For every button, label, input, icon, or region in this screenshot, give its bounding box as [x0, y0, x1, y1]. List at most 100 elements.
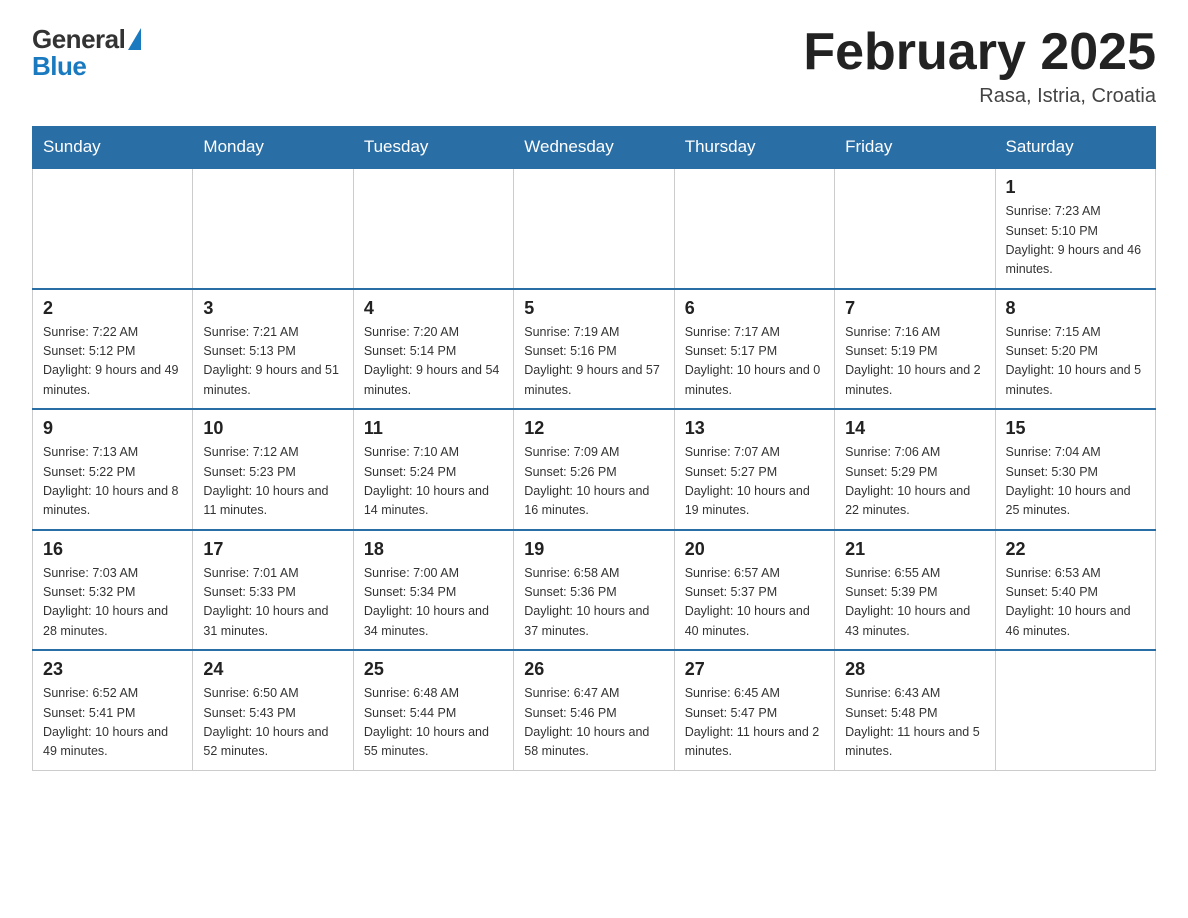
day-info: Sunrise: 6:50 AM Sunset: 5:43 PM Dayligh… — [203, 684, 342, 762]
week-row: 2Sunrise: 7:22 AM Sunset: 5:12 PM Daylig… — [33, 289, 1156, 410]
calendar-cell — [835, 168, 995, 289]
day-number: 20 — [685, 539, 824, 560]
calendar-cell: 11 Sunrise: 7:10 AM Sunset: 5:24 PM Dayli… — [353, 409, 513, 530]
day-info: Sunrise: 7:21 AM Sunset: 5:13 PM Dayligh… — [203, 323, 342, 401]
calendar-cell — [514, 168, 674, 289]
calendar-cell — [33, 168, 193, 289]
logo: General Blue — [32, 24, 141, 82]
day-number: 6 — [685, 298, 824, 319]
logo-triangle-icon — [128, 28, 141, 50]
day-number: 15 — [1006, 418, 1145, 439]
day-number: 4 — [364, 298, 503, 319]
day-info: Sunrise: 6:45 AM Sunset: 5:47 PM Dayligh… — [685, 684, 824, 762]
day-info: Sunrise: 7:13 AM Sunset: 5:22 PM Dayligh… — [43, 443, 182, 521]
calendar-cell: 5Sunrise: 7:19 AM Sunset: 5:16 PM Daylig… — [514, 289, 674, 410]
page-header: General Blue February 2025 Rasa, Istria,… — [32, 24, 1156, 108]
day-number: 10 — [203, 418, 342, 439]
calendar-cell: 20 Sunrise: 6:57 AM Sunset: 5:37 PM Dayli… — [674, 530, 834, 651]
day-info: Sunrise: 7:10 AM Sunset: 5:24 PM Dayligh… — [364, 443, 503, 521]
calendar-cell: 14 Sunrise: 7:06 AM Sunset: 5:29 PM Dayli… — [835, 409, 995, 530]
month-year-title: February 2025 — [803, 24, 1156, 81]
day-number: 3 — [203, 298, 342, 319]
day-number: 8 — [1006, 298, 1145, 319]
day-info: Sunrise: 7:01 AM Sunset: 5:33 PM Dayligh… — [203, 564, 342, 642]
calendar-cell: 18Sunrise: 7:00 AM Sunset: 5:34 PM Dayli… — [353, 530, 513, 651]
calendar-cell — [353, 168, 513, 289]
day-info: Sunrise: 7:03 AM Sunset: 5:32 PM Dayligh… — [43, 564, 182, 642]
day-number: 21 — [845, 539, 984, 560]
calendar-cell: 8 Sunrise: 7:15 AM Sunset: 5:20 PM Daylig… — [995, 289, 1155, 410]
day-info: Sunrise: 6:52 AM Sunset: 5:41 PM Dayligh… — [43, 684, 182, 762]
calendar-cell: 13 Sunrise: 7:07 AM Sunset: 5:27 PM Dayli… — [674, 409, 834, 530]
day-info: Sunrise: 7:15 AM Sunset: 5:20 PM Dayligh… — [1006, 323, 1145, 401]
day-number: 1 — [1006, 177, 1145, 198]
calendar-cell: 6 Sunrise: 7:17 AM Sunset: 5:17 PM Daylig… — [674, 289, 834, 410]
day-number: 7 — [845, 298, 984, 319]
day-number: 24 — [203, 659, 342, 680]
calendar-cell: 9 Sunrise: 7:13 AM Sunset: 5:22 PM Daylig… — [33, 409, 193, 530]
day-info: Sunrise: 6:47 AM Sunset: 5:46 PM Dayligh… — [524, 684, 663, 762]
day-info: Sunrise: 6:53 AM Sunset: 5:40 PM Dayligh… — [1006, 564, 1145, 642]
day-number: 22 — [1006, 539, 1145, 560]
day-number: 26 — [524, 659, 663, 680]
day-info: Sunrise: 6:57 AM Sunset: 5:37 PM Dayligh… — [685, 564, 824, 642]
weekday-header: Tuesday — [353, 127, 513, 169]
day-number: 9 — [43, 418, 182, 439]
calendar-cell: 27 Sunrise: 6:45 AM Sunset: 5:47 PM Dayli… — [674, 650, 834, 770]
calendar-cell — [995, 650, 1155, 770]
day-info: Sunrise: 7:23 AM Sunset: 5:10 PM Dayligh… — [1006, 202, 1145, 280]
day-number: 28 — [845, 659, 984, 680]
day-number: 17 — [203, 539, 342, 560]
calendar-cell: 28 Sunrise: 6:43 AM Sunset: 5:48 PM Dayli… — [835, 650, 995, 770]
calendar-cell: 3 Sunrise: 7:21 AM Sunset: 5:13 PM Daylig… — [193, 289, 353, 410]
day-info: Sunrise: 7:20 AM Sunset: 5:14 PM Dayligh… — [364, 323, 503, 401]
location-subtitle: Rasa, Istria, Croatia — [803, 85, 1156, 108]
week-row: 16 Sunrise: 7:03 AM Sunset: 5:32 PM Dayli… — [33, 530, 1156, 651]
day-number: 23 — [43, 659, 182, 680]
day-info: Sunrise: 7:07 AM Sunset: 5:27 PM Dayligh… — [685, 443, 824, 521]
day-number: 14 — [845, 418, 984, 439]
day-info: Sunrise: 6:48 AM Sunset: 5:44 PM Dayligh… — [364, 684, 503, 762]
weekday-header: Sunday — [33, 127, 193, 169]
weekday-header-row: SundayMondayTuesdayWednesdayThursdayFrid… — [33, 127, 1156, 169]
calendar-cell: 7 Sunrise: 7:16 AM Sunset: 5:19 PM Daylig… — [835, 289, 995, 410]
calendar-cell — [193, 168, 353, 289]
day-number: 19 — [524, 539, 663, 560]
weekday-header: Saturday — [995, 127, 1155, 169]
day-info: Sunrise: 7:06 AM Sunset: 5:29 PM Dayligh… — [845, 443, 984, 521]
weekday-header: Friday — [835, 127, 995, 169]
calendar-cell: 25 Sunrise: 6:48 AM Sunset: 5:44 PM Dayli… — [353, 650, 513, 770]
calendar-cell: 1 Sunrise: 7:23 AM Sunset: 5:10 PM Daylig… — [995, 168, 1155, 289]
calendar-cell: 4 Sunrise: 7:20 AM Sunset: 5:14 PM Daylig… — [353, 289, 513, 410]
calendar-cell: 22 Sunrise: 6:53 AM Sunset: 5:40 PM Dayli… — [995, 530, 1155, 651]
weekday-header: Monday — [193, 127, 353, 169]
day-info: Sunrise: 7:22 AM Sunset: 5:12 PM Dayligh… — [43, 323, 182, 401]
week-row: 1 Sunrise: 7:23 AM Sunset: 5:10 PM Daylig… — [33, 168, 1156, 289]
day-info: Sunrise: 6:55 AM Sunset: 5:39 PM Dayligh… — [845, 564, 984, 642]
day-number: 11 — [364, 418, 503, 439]
weekday-header: Wednesday — [514, 127, 674, 169]
calendar-cell: 16 Sunrise: 7:03 AM Sunset: 5:32 PM Dayli… — [33, 530, 193, 651]
week-row: 23 Sunrise: 6:52 AM Sunset: 5:41 PM Dayli… — [33, 650, 1156, 770]
day-info: Sunrise: 7:17 AM Sunset: 5:17 PM Dayligh… — [685, 323, 824, 401]
calendar-cell: 17 Sunrise: 7:01 AM Sunset: 5:33 PM Dayli… — [193, 530, 353, 651]
day-info: Sunrise: 7:04 AM Sunset: 5:30 PM Dayligh… — [1006, 443, 1145, 521]
calendar-table: SundayMondayTuesdayWednesdayThursdayFrid… — [32, 126, 1156, 771]
week-row: 9 Sunrise: 7:13 AM Sunset: 5:22 PM Daylig… — [33, 409, 1156, 530]
day-info: Sunrise: 7:00 AM Sunset: 5:34 PM Dayligh… — [364, 564, 503, 642]
day-info: Sunrise: 7:16 AM Sunset: 5:19 PM Dayligh… — [845, 323, 984, 401]
weekday-header: Thursday — [674, 127, 834, 169]
day-info: Sunrise: 7:19 AM Sunset: 5:16 PM Dayligh… — [524, 323, 663, 401]
calendar-cell — [674, 168, 834, 289]
calendar-cell: 19 Sunrise: 6:58 AM Sunset: 5:36 PM Dayli… — [514, 530, 674, 651]
day-number: 13 — [685, 418, 824, 439]
calendar-cell: 12Sunrise: 7:09 AM Sunset: 5:26 PM Dayli… — [514, 409, 674, 530]
calendar-cell: 23 Sunrise: 6:52 AM Sunset: 5:41 PM Dayli… — [33, 650, 193, 770]
day-info: Sunrise: 6:58 AM Sunset: 5:36 PM Dayligh… — [524, 564, 663, 642]
day-number: 25 — [364, 659, 503, 680]
calendar-cell: 15 Sunrise: 7:04 AM Sunset: 5:30 PM Dayli… — [995, 409, 1155, 530]
day-number: 27 — [685, 659, 824, 680]
day-number: 16 — [43, 539, 182, 560]
title-block: February 2025 Rasa, Istria, Croatia — [803, 24, 1156, 108]
day-info: Sunrise: 6:43 AM Sunset: 5:48 PM Dayligh… — [845, 684, 984, 762]
